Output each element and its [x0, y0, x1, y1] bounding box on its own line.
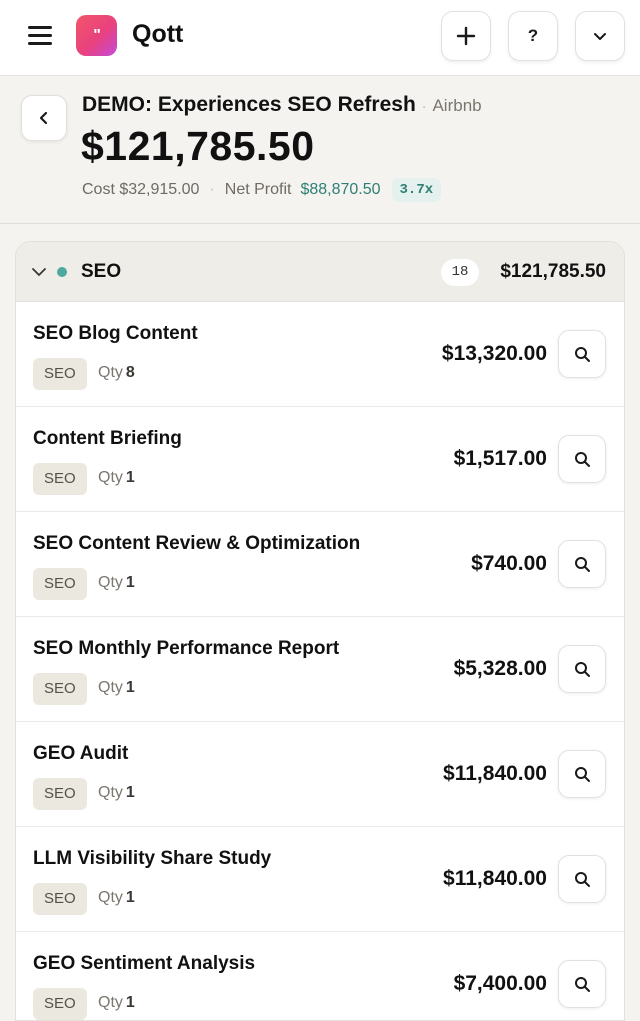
line-item[interactable]: GEO Sentiment Analysis SEO Qty 1 $7,400.0…: [16, 932, 624, 1020]
item-category-tag: SEO: [33, 463, 87, 495]
account-menu-button[interactable]: [575, 11, 625, 61]
item-category-tag: SEO: [33, 673, 87, 705]
qty-value: 1: [125, 469, 135, 486]
item-price: $7,400.00: [453, 972, 547, 995]
item-price: $740.00: [471, 552, 547, 575]
group-status-dot: [57, 267, 67, 277]
qty-value: 1: [125, 784, 135, 801]
item-category-tag: SEO: [33, 358, 87, 390]
line-item[interactable]: Content Briefing SEO Qty 1 $1,517.00: [16, 407, 624, 512]
search-icon: [574, 346, 590, 362]
search-icon: [574, 871, 590, 887]
qty-label: Qty: [98, 469, 123, 486]
qty-label: Qty: [98, 889, 123, 906]
item-price: $11,840.00: [443, 762, 547, 785]
group-total: $121,785.50: [500, 261, 606, 282]
item-search-button[interactable]: [558, 330, 606, 378]
item-search-button[interactable]: [558, 855, 606, 903]
search-icon: [574, 556, 590, 572]
item-title: SEO Monthly Performance Report: [33, 638, 340, 659]
cost-label: Cost: [82, 181, 115, 198]
item-price: $1,517.00: [453, 447, 547, 470]
search-icon: [574, 976, 590, 992]
qty-label: Qty: [98, 574, 123, 591]
chevron-down-icon: [594, 33, 606, 40]
group-header[interactable]: SEO 18 $121,785.50: [16, 242, 624, 302]
item-title: LLM Visibility Share Study: [33, 848, 272, 869]
qty-value: 1: [125, 994, 135, 1011]
item-quantity: Qty 1: [98, 994, 135, 1012]
qty-value: 1: [125, 889, 135, 906]
item-title: SEO Content Review & Optimization: [33, 533, 361, 554]
project-metrics: Cost $32,915.00 · Net Profit $88,870.50 …: [82, 178, 442, 202]
line-item[interactable]: SEO Monthly Performance Report SEO Qty 1 …: [16, 617, 624, 722]
item-category-tag: SEO: [33, 988, 87, 1020]
help-button[interactable]: ?: [508, 11, 558, 61]
item-quantity: Qty 1: [98, 889, 135, 907]
app-name: Qott: [132, 20, 184, 48]
item-price: $5,328.00: [453, 657, 547, 680]
title-separator: ·: [421, 98, 427, 114]
line-item[interactable]: SEO Blog Content SEO Qty 8 $13,320.00: [16, 302, 624, 407]
qty-value: 8: [125, 364, 135, 381]
project-total: $121,785.50: [81, 123, 315, 169]
item-search-button[interactable]: [558, 645, 606, 693]
line-item[interactable]: GEO Audit SEO Qty 1 $11,840.00: [16, 722, 624, 827]
net-profit-label: Net Profit: [224, 181, 292, 198]
qty-value: 1: [125, 679, 135, 696]
item-title: GEO Audit: [33, 743, 129, 764]
qty-label: Qty: [98, 994, 123, 1011]
qty-label: Qty: [98, 679, 123, 696]
top-bar: " Qott ?: [0, 0, 640, 76]
item-category-tag: SEO: [33, 568, 87, 600]
net-profit-value: $88,870.50: [300, 181, 381, 198]
item-search-button[interactable]: [558, 750, 606, 798]
item-price: $13,320.00: [441, 342, 547, 365]
project-title: DEMO: Experiences SEO Refresh: [82, 93, 416, 116]
plus-icon: [456, 26, 476, 46]
item-title: GEO Sentiment Analysis: [33, 953, 256, 974]
search-icon: [574, 661, 590, 677]
profit-ratio-badge: 3.7x: [391, 178, 442, 202]
item-quantity: Qty 1: [98, 784, 135, 802]
item-search-button[interactable]: [558, 435, 606, 483]
item-category-tag: SEO: [33, 883, 87, 915]
search-icon: [574, 451, 590, 467]
back-button[interactable]: [21, 95, 67, 141]
item-search-button[interactable]: [558, 540, 606, 588]
qty-label: Qty: [98, 364, 123, 381]
qty-value: 1: [125, 574, 135, 591]
collapse-chevron-icon[interactable]: [30, 263, 48, 281]
help-icon: ?: [527, 26, 539, 45]
add-button[interactable]: [441, 11, 491, 61]
project-title-line: DEMO: Experiences SEO Refresh · Airbnb: [82, 93, 482, 117]
item-quantity: Qty 1: [98, 469, 135, 487]
app-logo[interactable]: ": [76, 15, 117, 56]
group-item-count: 18: [441, 259, 479, 286]
item-category-tag: SEO: [33, 778, 87, 810]
metrics-separator: ·: [209, 181, 215, 198]
line-item[interactable]: LLM Visibility Share Study SEO Qty 1 $11,…: [16, 827, 624, 932]
item-title: Content Briefing: [33, 428, 182, 449]
item-price: $11,840.00: [443, 867, 547, 890]
qty-label: Qty: [98, 784, 123, 801]
hamburger-menu-icon[interactable]: [22, 22, 58, 50]
cost-value: $32,915.00: [119, 181, 200, 198]
item-search-button[interactable]: [558, 960, 606, 1008]
item-quantity: Qty 1: [98, 574, 135, 592]
project-header: DEMO: Experiences SEO Refresh · Airbnb $12…: [0, 77, 640, 224]
item-title: SEO Blog Content: [33, 323, 198, 344]
search-icon: [574, 766, 590, 782]
client-name[interactable]: Airbnb: [432, 96, 481, 115]
chevron-left-icon: [39, 111, 48, 125]
item-quantity: Qty 1: [98, 679, 135, 697]
seo-group-card: SEO 18 $121,785.50 SEO Blog Content SEO …: [15, 241, 625, 1021]
item-quantity: Qty 8: [98, 364, 135, 382]
group-name: SEO: [81, 261, 122, 282]
line-item[interactable]: SEO Content Review & Optimization SEO Qt…: [16, 512, 624, 617]
